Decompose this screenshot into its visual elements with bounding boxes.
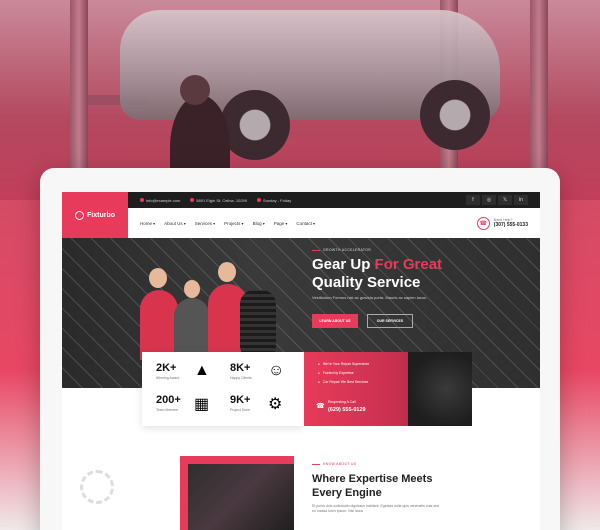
social-links: f ◎ 𝕏 in (466, 195, 528, 205)
stats-card: 2K+ Winning Award ▲ 8K+ Happy Clients ☺ 20… (142, 352, 304, 426)
main-nav: Fixturbo Home About Us Services Projects… (62, 192, 540, 238)
address-info: 5891 Elgin St. Celina, 10299 (190, 198, 247, 203)
nav-item-about[interactable]: About Us (164, 221, 186, 226)
mechanic-head (218, 262, 236, 282)
mechanic-figure (174, 298, 210, 360)
stat-value: 2K+ (156, 362, 177, 374)
stat-value: 200+ (156, 394, 181, 406)
hours-text: Sunday - Friday (263, 197, 292, 203)
hours-info: Sunday - Friday (257, 198, 291, 203)
website-screen: info@example.com 5891 Elgin St. Celina, … (62, 192, 540, 530)
team-icon: ▦ (194, 396, 210, 413)
features-list: We're Your Repair Superstore Fueled by E… (318, 362, 369, 389)
about-photo (188, 464, 294, 530)
smile-icon: ☺ (268, 362, 285, 379)
mechanics-photo (140, 250, 276, 360)
features-card: We're Your Repair Superstore Fueled by E… (304, 352, 472, 426)
stat-label: Happy Clients (230, 376, 252, 380)
mechanic-head (180, 75, 210, 105)
linkedin-icon[interactable]: in (514, 195, 528, 205)
stat-value: 9K+ (230, 394, 251, 406)
call-number: (307) 555-0133 (493, 222, 528, 228)
car-thumbnail (408, 352, 472, 426)
stat-value: 8K+ (230, 362, 251, 374)
hero-subtitle: Vestibulum Formus nisi ac gravida porta.… (312, 295, 427, 300)
mail-icon (140, 198, 144, 202)
mechanic-head (184, 280, 200, 298)
our-services-button[interactable]: OUR SERVICES (367, 314, 413, 328)
brand-logo[interactable]: Fixturbo (62, 192, 128, 238)
learn-about-us-button[interactable]: LEARN ABOUT US (312, 314, 358, 328)
x-twitter-icon[interactable]: 𝕏 (498, 195, 512, 205)
mechanic-figure (140, 290, 178, 360)
stat-item: 9K+ Project Done (230, 394, 251, 412)
about-tag: KNOW ABOUT US (312, 462, 356, 466)
location-icon (190, 198, 195, 202)
mechanic-head (149, 268, 167, 288)
clock-icon (257, 198, 261, 202)
top-info-bar: info@example.com 5891 Elgin St. Celina, … (62, 192, 540, 208)
stat-label: Project Done (230, 408, 251, 412)
phone-number[interactable]: (629) 555-0129 (328, 407, 366, 413)
nav-item-blog[interactable]: Blog (253, 221, 265, 226)
nav-menu: Home About Us Services Projects Blog Pag… (140, 221, 315, 226)
nav-item-contact[interactable]: Contact (296, 221, 315, 226)
nav-item-services[interactable]: Services (195, 221, 215, 226)
phone-icon: ☎ (316, 403, 325, 410)
instagram-icon[interactable]: ◎ (482, 195, 496, 205)
hero-title-accent: For Great (374, 256, 443, 273)
gear-decoration-icon (80, 470, 114, 504)
hero-tag: GROWTH ACCELERATOR (312, 248, 371, 252)
phone-label: Requesting A Call (328, 400, 356, 404)
stat-label: Team Member (156, 408, 179, 412)
brand-name: Fixturbo (87, 211, 115, 219)
call-block[interactable]: ☎ Need Help? (307) 555-0133 (476, 216, 528, 230)
feature-item: Fueled by Expertise (318, 371, 369, 375)
car-wheel (420, 80, 490, 150)
stat-label: Winning Award (156, 376, 180, 380)
feature-item: We're Your Repair Superstore (318, 362, 369, 366)
car-wheel (220, 90, 290, 160)
hero-title-plain: Gear Up (312, 256, 371, 273)
tire-image (240, 290, 276, 360)
nav-item-page[interactable]: Page (274, 221, 288, 226)
project-icon: ⚙ (268, 396, 283, 413)
stat-item: 2K+ Winning Award (156, 362, 179, 380)
email-text: info@example.com (146, 197, 181, 203)
logo-mark-icon (75, 210, 84, 220)
hero-title-line2: Quality Service (312, 274, 421, 291)
about-title: Where Expertise Meets Every Engine (312, 473, 433, 499)
nav-item-projects[interactable]: Projects (224, 221, 243, 226)
about-text: Et purus duis sollicitudin dignissim hab… (312, 504, 440, 513)
address-text: 5891 Elgin St. Celina, 10299 (196, 197, 247, 203)
hero-title: Gear Up For Great Quality Service (312, 256, 512, 292)
nav-item-home[interactable]: Home (140, 221, 155, 226)
stat-item: 8K+ Happy Clients (230, 362, 252, 380)
email-info[interactable]: info@example.com (140, 198, 180, 203)
award-icon: ▲ (194, 362, 210, 379)
feature-item: Car Repair We Best Services (318, 380, 369, 384)
stat-item: 200+ Team Member (156, 394, 181, 412)
facebook-icon[interactable]: f (466, 195, 480, 205)
phone-icon: ☎ (476, 216, 490, 230)
